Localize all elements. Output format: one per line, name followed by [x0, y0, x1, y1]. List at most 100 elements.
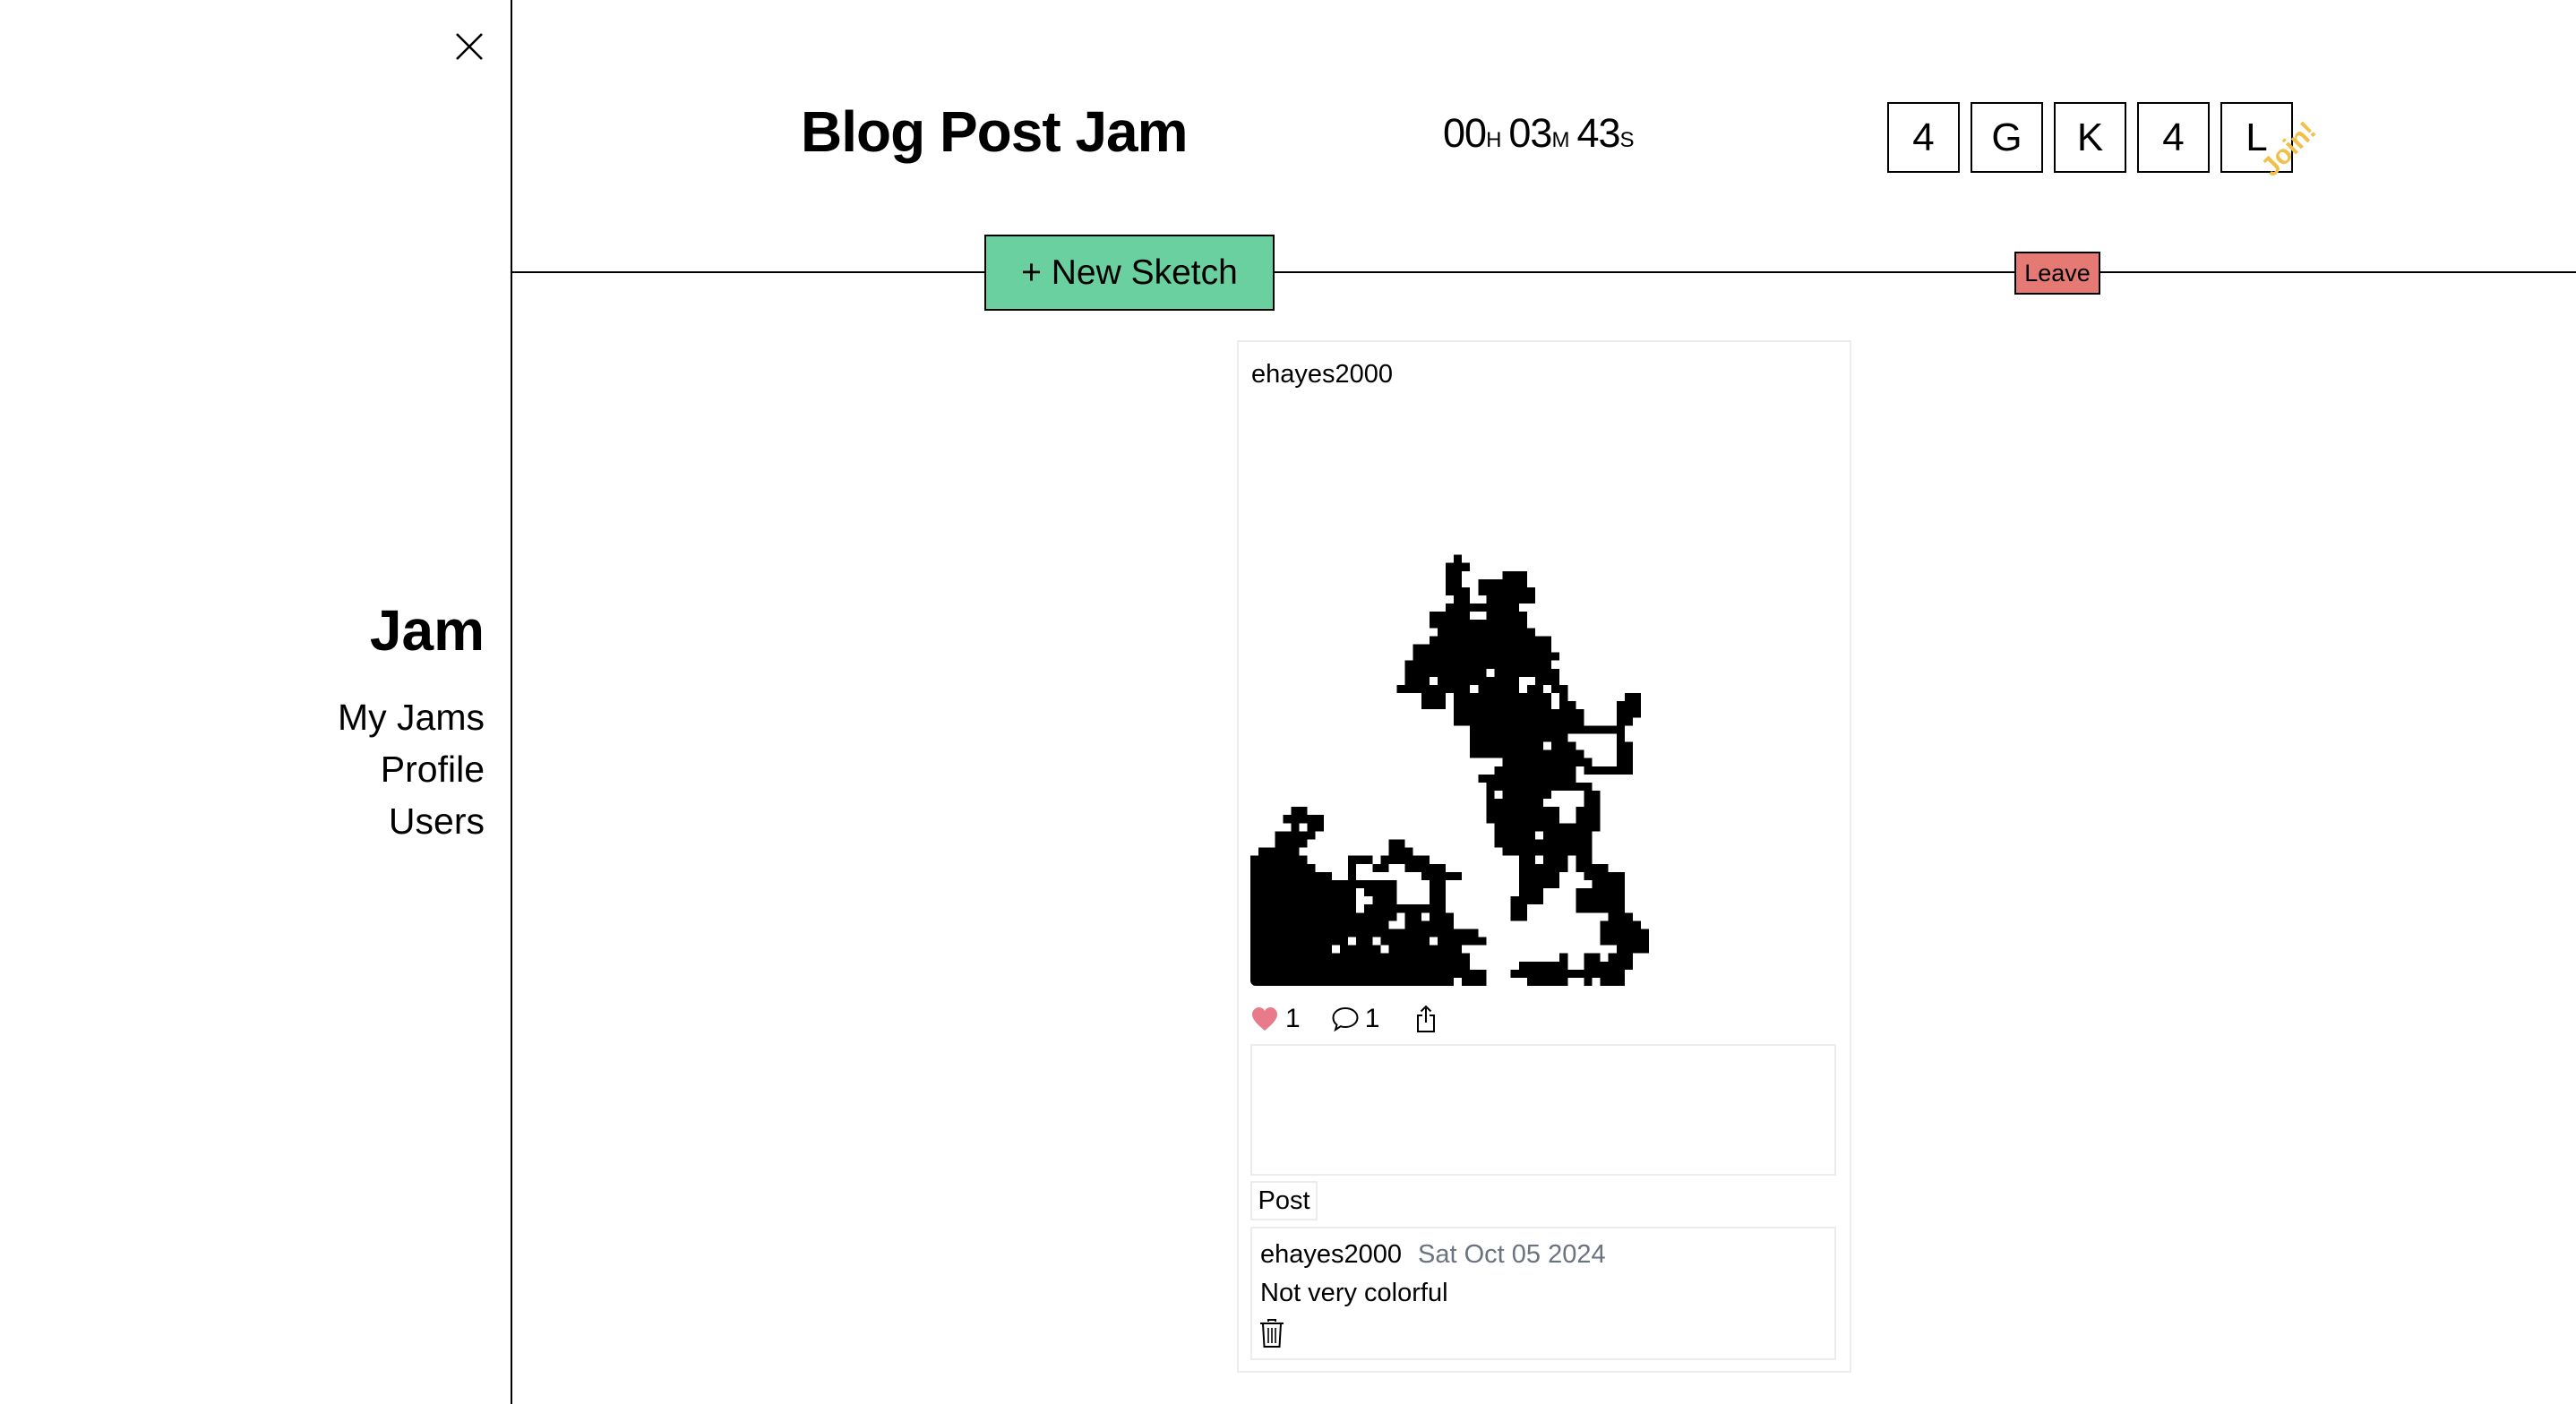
sketch-pixel-run [1404, 668, 1487, 677]
sketch-pixel-run [1478, 774, 1576, 783]
sketch-pixel-run [1470, 749, 1584, 758]
sketch-pixel-run [1616, 758, 1633, 766]
comment-date: Sat Oct 05 2024 [1418, 1240, 1606, 1269]
sketch-pixel-run [1486, 807, 1560, 816]
sketch-pixel-run [1356, 937, 1373, 946]
comment-author[interactable]: ehayes2000 [1260, 1238, 1402, 1271]
sketch-pixel-run [1576, 896, 1625, 905]
sketch-pixel-run [1478, 578, 1527, 587]
sketch-pixel-run [1526, 977, 1568, 986]
sketch-pixel-run [1364, 904, 1446, 913]
timer-hours-unit: H [1486, 128, 1502, 152]
sketch-pixel-run [1446, 570, 1463, 579]
like-button[interactable]: 1 [1251, 1003, 1301, 1035]
sketch-pixel-run [1486, 782, 1593, 791]
timer-minutes-unit: M [1551, 128, 1570, 152]
heart-icon [1252, 1007, 1277, 1031]
sketch-pixel-run [1518, 855, 1535, 864]
sketch-pixel-run [1429, 896, 1446, 905]
timer-hours: 00 [1443, 110, 1487, 156]
delete-comment-button[interactable] [1258, 1318, 1285, 1348]
sketch-pixel-run [1559, 953, 1568, 962]
comment-button[interactable]: 1 [1331, 1003, 1379, 1035]
share-button[interactable] [1415, 1005, 1437, 1033]
sketch-pixel-run [1446, 604, 1519, 612]
sketch-pixel-run [1584, 953, 1601, 962]
timer-seconds-unit: S [1619, 128, 1635, 152]
sketch-pixel-run [1502, 758, 1593, 766]
sketch-pixel-run [1421, 701, 1446, 710]
sketch-pixel-run [1502, 847, 1593, 856]
sketch-pixel-run [1478, 684, 1519, 693]
sketch-pixel-run [1283, 815, 1324, 824]
sketch-pixel-run [1462, 977, 1487, 986]
share-icon [1417, 1005, 1436, 1032]
sketch-pixel-run [1576, 815, 1601, 824]
sketch-pixel-run [1494, 766, 1576, 775]
sketch-pixel-run [1454, 709, 1584, 718]
jam-timer: 00H 03M 43S [1443, 107, 1635, 170]
sketch-pixel-run [1380, 855, 1430, 864]
sketch-pixel-run [1348, 855, 1373, 864]
sketch-pixel-run [1372, 896, 1397, 905]
sketch-pixel-run [1478, 586, 1535, 595]
header-divider [512, 271, 2576, 273]
sketch-pixel-run [1421, 693, 1446, 702]
join-code-char: G [1971, 102, 2043, 173]
sketch-pixel-run [1526, 684, 1543, 693]
sketch-pixel-run [1454, 701, 1552, 710]
post-comment-button[interactable]: Post [1250, 1181, 1318, 1220]
sidebar-nav: My Jams Profile Users [338, 691, 485, 847]
jam-title: Blog Post Jam [801, 99, 1189, 164]
sketch-pixel-run [1559, 701, 1576, 710]
sketch-pixel-run [1421, 871, 1463, 880]
sketch-pixel-run [1576, 863, 1609, 872]
comment-text: Not very colorful [1260, 1279, 1448, 1307]
sketch-pixel-run [1518, 863, 1568, 872]
sketch-pixel-run [1437, 676, 1519, 685]
nav-item-my-jams[interactable]: My Jams [338, 691, 485, 743]
sketch-pixel-run [1372, 863, 1389, 872]
leave-jam-button[interactable]: Leave [2014, 252, 2100, 295]
sketch-pixel-run [1584, 961, 1633, 970]
sketch-pixel-run [1454, 717, 1584, 726]
sketch-pixel-run [1584, 871, 1625, 880]
sketch-canvas [1250, 554, 1650, 986]
sketch-pixel-run [1275, 831, 1316, 840]
sketch-pixel-run [1470, 741, 1543, 750]
sketch-pixel-run [1454, 554, 1463, 563]
sketch-pixel-run [1486, 799, 1543, 808]
sketch-pixel-run [1576, 888, 1625, 897]
sketch-pixel-run [1291, 807, 1308, 816]
sketch-pixel-run [1250, 920, 1389, 929]
post-author[interactable]: ehayes2000 [1251, 358, 1393, 390]
sketch-pixel-run [1584, 791, 1601, 800]
sketch-pixel-run [1470, 733, 1568, 742]
sketch-pixel-run [1388, 839, 1405, 848]
close-sidebar-button[interactable] [453, 30, 485, 63]
sketch-pixel-run [1250, 937, 1348, 946]
sketch-pixel-run [1543, 831, 1593, 840]
nav-item-users[interactable]: Users [338, 795, 485, 847]
sketch-pixel-run [1250, 904, 1357, 913]
new-sketch-button[interactable]: + New Sketch [984, 235, 1275, 311]
timer-seconds: 43 [1576, 110, 1620, 156]
sketch-pixel-run [1250, 912, 1397, 921]
sketch-pixel-run [1502, 570, 1527, 579]
sketch-pixel-run [1258, 847, 1300, 856]
sketch-pixel-run [1404, 863, 1446, 872]
nav-item-profile[interactable]: Profile [338, 743, 485, 795]
sketch-pixel-run [1470, 725, 1625, 734]
comment-input[interactable] [1250, 1044, 1836, 1176]
sketch-pixel-run [1339, 945, 1381, 954]
sketch-pixel-run [1250, 863, 1316, 872]
sketch-pixel-run [1616, 701, 1641, 710]
sketch-pixel-run [1250, 961, 1471, 970]
sketch-pixel-run [1429, 912, 1455, 921]
sketch-pixel-run [1429, 888, 1446, 897]
sketch-pixel-run [1616, 709, 1641, 718]
sketch-pixel-run [1348, 863, 1357, 872]
sidebar-title: Jam [369, 598, 485, 663]
sketch-pixel-run [1380, 937, 1430, 946]
sketch-pixel-run [1584, 799, 1601, 808]
